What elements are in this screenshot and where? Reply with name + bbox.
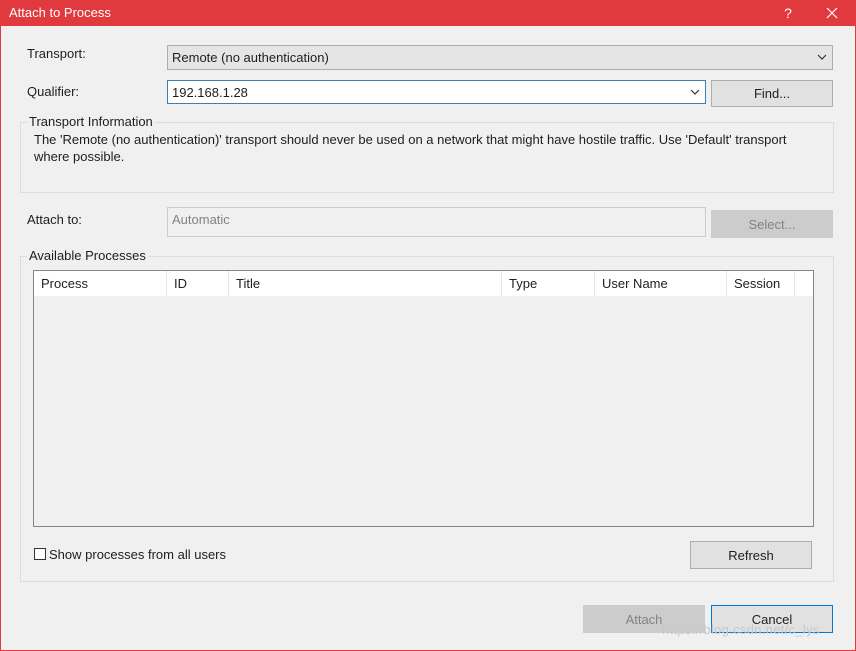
refresh-button[interactable]: Refresh [690, 541, 812, 569]
available-processes-title: Available Processes [27, 248, 148, 263]
header-filler [795, 271, 813, 296]
attach-to-label: Attach to: [27, 212, 82, 227]
watermark: https://blog.csdn.net/c_lys [662, 622, 820, 637]
find-button[interactable]: Find... [711, 80, 833, 107]
attach-to-field: Automatic [167, 207, 706, 237]
qualifier-input[interactable]: 192.168.1.28 [172, 85, 248, 100]
column-header-session[interactable]: Session [727, 271, 795, 296]
title-bar[interactable]: Attach to Process ? [0, 0, 856, 26]
column-header-user-name[interactable]: User Name [595, 271, 727, 296]
transport-value: Remote (no authentication) [172, 50, 329, 65]
window-frame [0, 26, 1, 651]
column-header-process[interactable]: Process [34, 271, 167, 296]
transport-info-title: Transport Information [27, 114, 155, 129]
transport-info-text: The 'Remote (no authentication)' transpo… [34, 132, 787, 164]
show-all-users-checkbox[interactable] [34, 548, 46, 560]
close-button[interactable] [812, 0, 852, 26]
transport-label: Transport: [27, 46, 86, 61]
process-list[interactable]: Process ID Title Type User Name Session [33, 270, 814, 527]
process-list-header: Process ID Title Type User Name Session [34, 271, 813, 296]
show-all-users-label[interactable]: Show processes from all users [49, 547, 226, 562]
attach-to-value: Automatic [172, 212, 230, 227]
column-header-id[interactable]: ID [167, 271, 229, 296]
qualifier-combobox[interactable]: 192.168.1.28 [167, 80, 706, 104]
transport-dropdown[interactable]: Remote (no authentication) [167, 45, 833, 70]
close-icon [826, 7, 838, 19]
window-title: Attach to Process [9, 5, 111, 20]
qualifier-label: Qualifier: [27, 84, 80, 99]
column-header-type[interactable]: Type [502, 271, 595, 296]
chevron-down-icon[interactable] [689, 86, 701, 98]
select-button: Select... [711, 210, 833, 238]
help-button[interactable]: ? [768, 0, 808, 26]
chevron-down-icon [817, 54, 827, 60]
column-header-title[interactable]: Title [229, 271, 502, 296]
